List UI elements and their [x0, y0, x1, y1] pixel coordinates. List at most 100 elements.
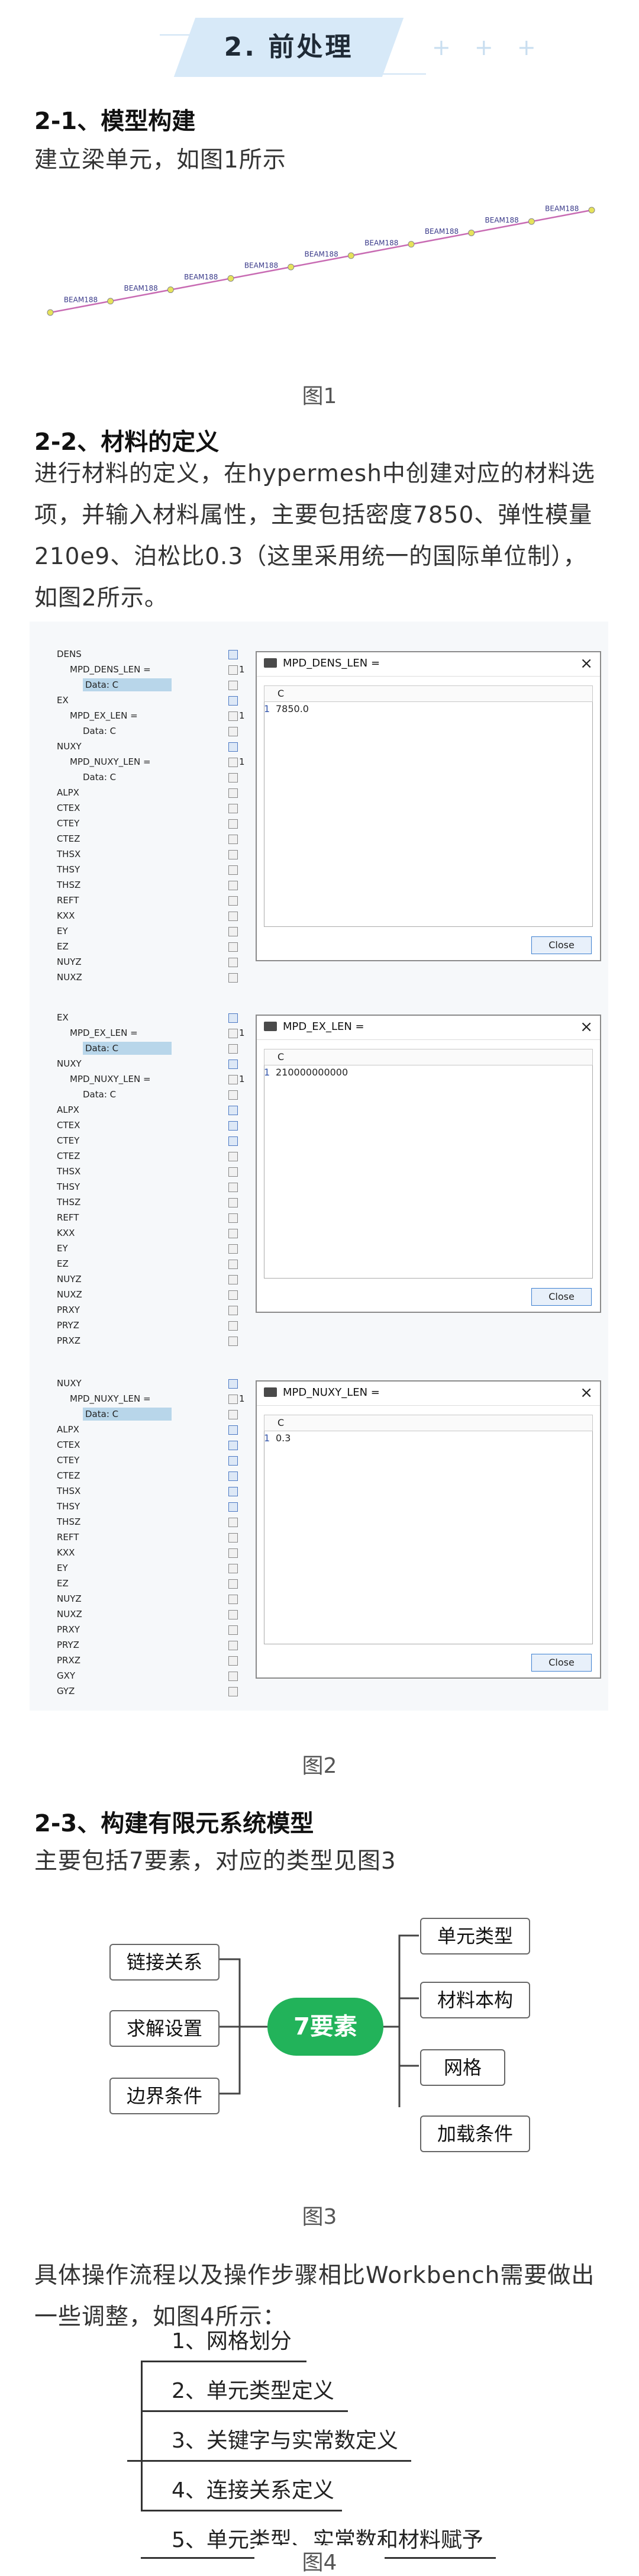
property-checkbox[interactable] [228, 711, 238, 721]
property-tree-row[interactable]: NUYZ [53, 1591, 254, 1606]
property-tree-row[interactable]: THSX [53, 1164, 254, 1179]
property-tree-row[interactable]: EY [53, 1241, 254, 1256]
property-checkbox[interactable] [228, 927, 238, 936]
property-checkbox[interactable] [228, 1564, 238, 1573]
property-checkbox[interactable] [228, 1395, 238, 1404]
property-tree-row[interactable]: THSX [53, 1483, 254, 1499]
property-checkbox[interactable] [228, 850, 238, 859]
close-icon[interactable]: × [580, 655, 593, 672]
property-checkbox[interactable] [228, 896, 238, 906]
property-checkbox[interactable] [228, 1029, 238, 1038]
cell-value[interactable]: 0.3 [276, 1432, 291, 1444]
table-row[interactable]: 1 7850.0 [264, 702, 593, 716]
property-tree-row[interactable]: PRYZ [53, 1637, 254, 1653]
property-checkbox[interactable] [228, 1641, 238, 1650]
property-tree-row[interactable]: MPD_EX_LEN = 1 [53, 708, 254, 723]
property-checkbox[interactable] [228, 1379, 238, 1389]
property-checkbox[interactable] [228, 912, 238, 921]
property-checkbox[interactable] [228, 835, 238, 844]
property-checkbox[interactable] [228, 881, 238, 890]
property-checkbox[interactable] [228, 1610, 238, 1619]
property-checkbox[interactable] [228, 1425, 238, 1435]
property-tree-row[interactable]: MPD_NUXY_LEN = 1 [53, 1391, 254, 1406]
property-tree-row[interactable]: MPD_DENS_LEN = 1 [53, 662, 254, 677]
property-tree-row[interactable]: KXX [53, 1545, 254, 1560]
property-tree-row[interactable]: THSY [53, 1499, 254, 1514]
property-tree-row[interactable]: CTEY [53, 816, 254, 831]
property-tree-row[interactable]: THSY [53, 1179, 254, 1194]
property-checkbox[interactable] [228, 1013, 238, 1023]
property-checkbox[interactable] [228, 1533, 238, 1543]
property-tree-row[interactable]: PRXY [53, 1622, 254, 1637]
property-tree-row[interactable]: NUXY [53, 1056, 254, 1071]
property-checkbox[interactable] [228, 696, 238, 706]
property-checkbox[interactable] [228, 1275, 238, 1284]
property-tree-row[interactable]: REFT [53, 1210, 254, 1225]
property-checkbox[interactable] [228, 1456, 238, 1466]
property-tree-row[interactable]: CTEZ [53, 1468, 254, 1483]
property-checkbox[interactable] [228, 1441, 238, 1450]
property-checkbox[interactable] [228, 1487, 238, 1496]
property-checkbox[interactable] [228, 681, 238, 690]
property-checkbox[interactable] [228, 1410, 238, 1419]
property-tree-row[interactable]: REFT [53, 1530, 254, 1545]
property-tree-row[interactable]: CTEZ [53, 831, 254, 846]
property-tree-row[interactable]: EZ [53, 1256, 254, 1271]
property-tree-row[interactable]: PRXZ [53, 1653, 254, 1668]
property-tree-row[interactable]: Data: C [53, 1041, 254, 1056]
property-checkbox[interactable] [228, 1687, 238, 1696]
property-checkbox[interactable] [228, 1044, 238, 1054]
property-checkbox[interactable] [228, 1579, 238, 1589]
property-tree-row[interactable]: THSY [53, 862, 254, 877]
close-icon[interactable]: × [580, 1384, 593, 1402]
property-checkbox[interactable] [228, 958, 238, 967]
property-checkbox[interactable] [228, 1471, 238, 1481]
close-button[interactable]: Close [531, 1654, 592, 1672]
property-checkbox[interactable] [228, 742, 238, 752]
property-tree-row[interactable]: Data: C [53, 769, 254, 785]
property-tree-row[interactable]: CTEX [53, 1118, 254, 1133]
property-tree-row[interactable]: REFT [53, 893, 254, 908]
property-tree-row[interactable]: Data: C [53, 723, 254, 739]
property-tree-row[interactable]: ALPX [53, 1102, 254, 1118]
property-checkbox[interactable] [228, 1290, 238, 1300]
cell-value[interactable]: 7850.0 [276, 703, 309, 714]
property-tree-row[interactable]: NUXZ [53, 1606, 254, 1622]
close-button[interactable]: Close [531, 936, 592, 954]
property-checkbox[interactable] [228, 773, 238, 783]
property-checkbox[interactable] [228, 1244, 238, 1254]
property-tree-row[interactable]: Data: C [53, 1087, 254, 1102]
property-checkbox[interactable] [228, 1625, 238, 1635]
table-row[interactable]: 1 210000000000 [264, 1065, 593, 1080]
property-checkbox[interactable] [228, 1121, 238, 1131]
property-tree-row[interactable]: EY [53, 1560, 254, 1576]
property-tree-row[interactable]: EZ [53, 1576, 254, 1591]
property-checkbox[interactable] [228, 1090, 238, 1100]
property-checkbox[interactable] [228, 1260, 238, 1269]
property-tree-row[interactable]: PRYZ [53, 1318, 254, 1333]
property-tree-row[interactable]: THSX [53, 846, 254, 862]
property-tree-row[interactable]: PRXY [53, 1302, 254, 1318]
property-checkbox[interactable] [228, 727, 238, 736]
cell-value[interactable]: 210000000000 [276, 1067, 348, 1078]
property-checkbox[interactable] [228, 1337, 238, 1346]
property-tree-row[interactable]: NUXZ [53, 1287, 254, 1302]
property-tree-row[interactable]: THSZ [53, 1514, 254, 1530]
property-tree-row[interactable]: GYZ [53, 1683, 254, 1699]
property-tree-row[interactable]: CTEX [53, 800, 254, 816]
property-checkbox[interactable] [228, 788, 238, 798]
property-checkbox[interactable] [228, 1075, 238, 1084]
property-checkbox[interactable] [228, 1152, 238, 1161]
property-tree-row[interactable]: Data: C [53, 1406, 254, 1422]
property-tree-row[interactable]: ALPX [53, 1422, 254, 1437]
property-tree-row[interactable]: MPD_NUXY_LEN = 1 [53, 754, 254, 769]
property-tree-row[interactable]: NUXY [53, 1376, 254, 1391]
property-checkbox[interactable] [228, 1656, 238, 1666]
property-tree-row[interactable]: EY [53, 923, 254, 939]
property-tree-row[interactable]: KXX [53, 1225, 254, 1241]
property-checkbox[interactable] [228, 665, 238, 675]
property-tree-row[interactable]: CTEX [53, 1437, 254, 1453]
property-tree-row[interactable]: PRXZ [53, 1333, 254, 1348]
property-checkbox[interactable] [228, 1198, 238, 1208]
property-tree-row[interactable]: THSZ [53, 877, 254, 893]
